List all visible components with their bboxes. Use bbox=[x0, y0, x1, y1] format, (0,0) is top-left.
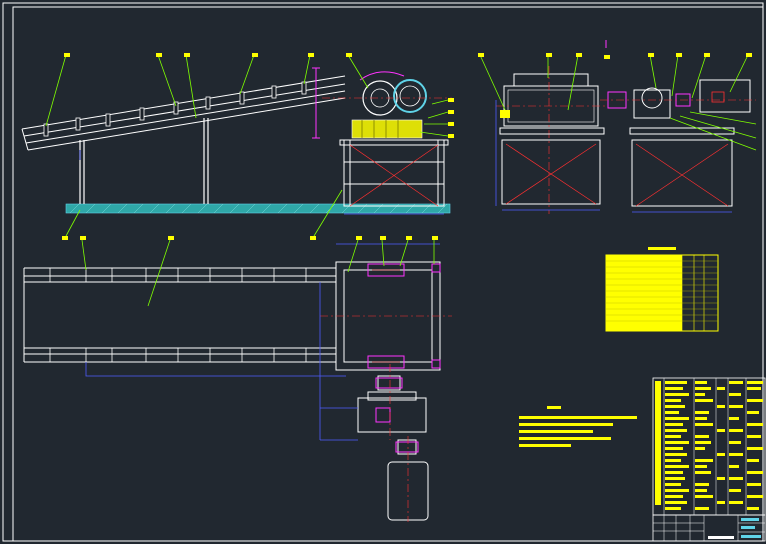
elevation-view bbox=[21, 53, 454, 240]
bom-table bbox=[652, 377, 766, 542]
parts-list-table bbox=[605, 247, 719, 332]
motor-icon bbox=[393, 79, 427, 113]
side-view-drum bbox=[478, 53, 608, 214]
reducer-icon bbox=[641, 87, 663, 109]
cad-drawing-canvas[interactable] bbox=[0, 0, 766, 544]
tech-requirements-block bbox=[519, 406, 637, 447]
ground-hatch-icon bbox=[65, 203, 451, 214]
plan-view bbox=[23, 236, 452, 522]
side-view-drive bbox=[600, 40, 757, 213]
